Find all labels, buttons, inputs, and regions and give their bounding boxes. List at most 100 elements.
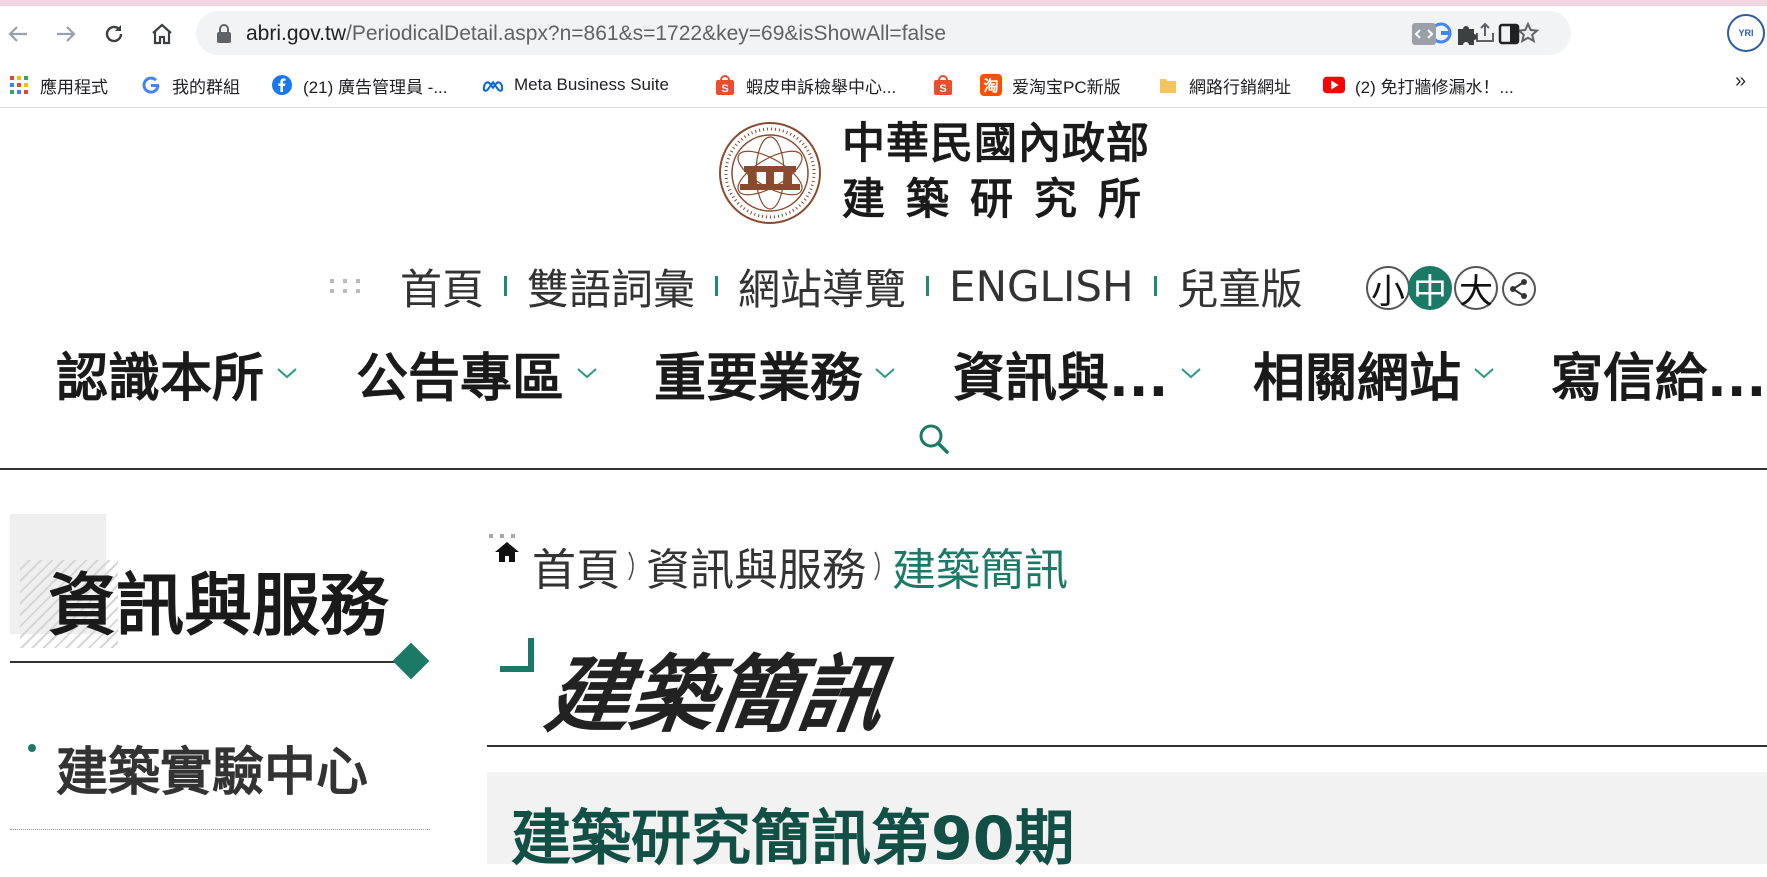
breadcrumb-home[interactable]: 首頁	[532, 534, 620, 598]
abri-emblem-logo[interactable]	[718, 116, 822, 230]
divider	[926, 276, 930, 296]
nav-label: 資訊與...	[953, 348, 1169, 409]
bookmarks-overflow-button[interactable]: »	[1735, 70, 1746, 93]
bookmark-marketing-folder[interactable]: 網路行銷網址	[1157, 72, 1291, 98]
site-name-ministry: 中華民國內政部	[842, 119, 1150, 169]
bookmark-label: Meta Business Suite	[514, 75, 669, 94]
forward-arrow-icon	[57, 26, 76, 42]
back-button[interactable]	[0, 16, 36, 52]
folder-icon	[1157, 74, 1179, 96]
chevron-down-icon	[1181, 368, 1201, 379]
title-divider	[487, 745, 1767, 747]
apps-grid-icon	[8, 74, 30, 96]
nav-label: 公告專區	[356, 348, 565, 409]
nav-contact[interactable]: 寫信給...	[1551, 338, 1767, 409]
bookmark-label: 蝦皮申訴檢舉中心...	[746, 77, 897, 97]
side-panel-button[interactable]	[1494, 19, 1524, 49]
sidebar-item-divider	[10, 829, 430, 830]
site-name-institute: 建築研究所	[842, 175, 1162, 225]
taobao-icon: 淘	[980, 74, 1002, 96]
font-size-large-button[interactable]: 大	[1454, 266, 1498, 312]
nav-key-business[interactable]: 重要業務	[654, 338, 896, 408]
chevron-down-icon	[875, 368, 895, 379]
utility-link-home[interactable]: 首頁	[400, 256, 484, 317]
bookmark-ads-manager[interactable]: (21) 廣告管理員 -...	[271, 72, 448, 98]
shopee-icon: S	[714, 74, 736, 96]
accesskey-dots-icon[interactable]	[330, 274, 360, 298]
breadcrumb-separator-icon	[874, 551, 880, 581]
sidebar-divider	[10, 661, 408, 663]
meta-icon	[482, 74, 504, 96]
youtube-icon	[1323, 74, 1345, 96]
breadcrumb-separator-icon	[628, 551, 634, 581]
bookmark-label: 爱淘宝PC新版	[1012, 77, 1121, 97]
font-size-small-button[interactable]: 小	[1366, 266, 1410, 312]
title-corner-decoration	[500, 638, 534, 672]
bookmark-label: 我的群組	[172, 77, 240, 97]
bookmarks-bar: 應用程式 我的群組 (21) 廣告管理員 -... Meta Business …	[0, 64, 1767, 108]
chevron-down-icon	[277, 368, 297, 379]
svg-text:S: S	[721, 83, 728, 95]
divider	[1153, 276, 1157, 296]
reload-button[interactable]	[96, 16, 132, 52]
utility-link-sitemap[interactable]: 網站導覽	[738, 256, 906, 317]
nav-announcements[interactable]: 公告專區	[356, 338, 598, 408]
utility-link-glossary[interactable]: 雙語詞彙	[527, 256, 695, 317]
utility-nav: 首頁 雙語詞彙 網站導覽 ENGLISH 兒童版	[330, 258, 1303, 314]
reload-icon	[105, 25, 123, 43]
profile-avatar[interactable]: YRI	[1727, 14, 1765, 52]
bookmark-apps[interactable]: 應用程式	[8, 72, 108, 98]
bookmark-label: (21) 廣告管理員 -...	[303, 77, 448, 97]
bookmark-meta-business[interactable]: Meta Business Suite	[482, 72, 669, 98]
breadcrumb-info-services[interactable]: 資訊與服務	[646, 534, 866, 598]
breadcrumb-current[interactable]: 建築簡訊	[892, 534, 1068, 598]
nav-label: 寫信給...	[1551, 348, 1767, 409]
lock-icon	[217, 24, 231, 43]
bookmark-label: 應用程式	[40, 77, 108, 97]
font-size-medium-button[interactable]: 中	[1408, 266, 1452, 312]
bookmark-my-groups[interactable]: 我的群組	[140, 72, 240, 98]
svg-text:S: S	[939, 83, 946, 95]
back-arrow-icon	[8, 26, 27, 42]
divider	[504, 276, 508, 296]
home-button[interactable]	[144, 16, 180, 52]
bullet-icon	[28, 744, 36, 752]
utility-link-english[interactable]: ENGLISH	[949, 262, 1134, 311]
nav-info-services[interactable]: 資訊與...	[953, 338, 1202, 408]
nav-label: 認識本所	[56, 348, 265, 409]
site-name[interactable]: 中華民國內政部 建築研究所	[842, 118, 1162, 230]
share-icon	[1510, 279, 1527, 299]
nav-related-sites[interactable]: 相關網站	[1253, 338, 1495, 408]
google-icon	[140, 74, 162, 96]
utility-link-kids[interactable]: 兒童版	[1177, 256, 1303, 317]
nav-label: 相關網站	[1253, 348, 1462, 409]
chevron-down-icon	[577, 368, 597, 379]
url-text: abri.gov.tw/PeriodicalDetail.aspx?n=861&…	[246, 22, 947, 45]
search-icon[interactable]	[916, 421, 952, 457]
extensions-button[interactable]	[1451, 19, 1481, 49]
page-title: 建築簡訊	[540, 645, 891, 744]
header-divider	[0, 468, 1767, 470]
bookmark-shopee[interactable]: S	[932, 72, 964, 98]
diamond-icon	[392, 642, 430, 680]
bookmark-taobao[interactable]: 淘爱淘宝PC新版	[980, 72, 1121, 98]
address-bar[interactable]: abri.gov.tw/PeriodicalDetail.aspx?n=861&…	[196, 11, 1571, 55]
bookmark-label: 網路行銷網址	[1189, 77, 1291, 97]
share-button[interactable]	[1502, 272, 1536, 306]
sidebar-item-lab-center[interactable]: 建築實驗中心	[56, 730, 368, 805]
side-panel-icon	[1498, 23, 1520, 45]
nav-about[interactable]: 認識本所	[56, 338, 298, 408]
code-extension-icon	[1412, 23, 1436, 45]
bookmark-youtube[interactable]: (2) 免打牆修漏水！...	[1323, 72, 1514, 98]
home-icon	[152, 23, 172, 45]
browser-toolbar: abri.gov.tw/PeriodicalDetail.aspx?n=861&…	[0, 6, 1767, 64]
home-icon	[495, 542, 519, 562]
bookmark-label: (2) 免打牆修漏水！...	[1355, 77, 1514, 97]
main-nav: 認識本所 公告專區 重要業務 資訊與... 相關網站 寫信給...	[56, 338, 1767, 409]
facebook-icon	[271, 74, 293, 96]
extension-devtools-button[interactable]	[1409, 19, 1439, 49]
bookmark-shopee-complaint[interactable]: S 蝦皮申訴檢舉中心...	[714, 72, 896, 98]
breadcrumb: 首頁 資訊與服務 建築簡訊	[532, 538, 1068, 596]
sidebar-title: 資訊與服務	[48, 567, 389, 646]
forward-button[interactable]	[48, 16, 84, 52]
